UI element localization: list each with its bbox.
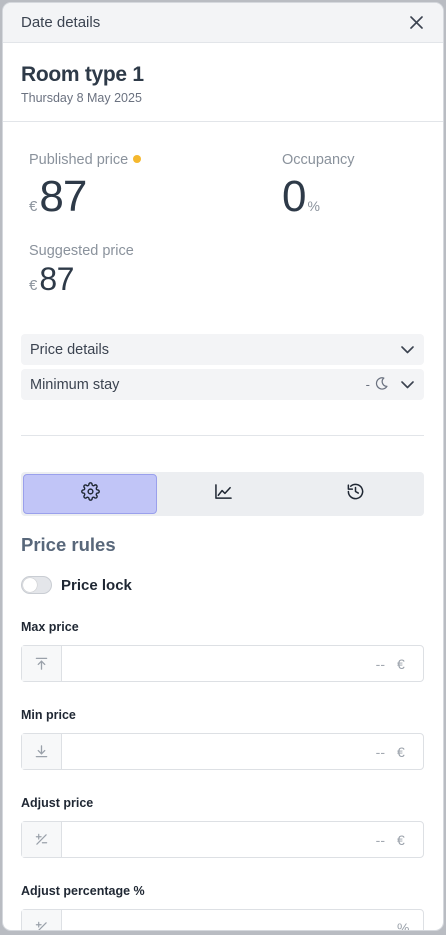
- selected-date: Thursday 8 May 2025: [21, 91, 142, 105]
- arrow-down-to-line-icon: [22, 734, 62, 769]
- moon-icon: [374, 376, 389, 394]
- minimum-stay-label: Minimum stay: [30, 376, 120, 393]
- gear-icon: [80, 482, 100, 506]
- occupancy-label: Occupancy: [282, 152, 355, 168]
- price-rules-title: Price rules: [21, 534, 116, 555]
- tab-chart[interactable]: [157, 474, 289, 514]
- adjust-percentage-label: Adjust percentage %: [21, 884, 145, 898]
- minimum-stay-summary: -: [366, 376, 389, 394]
- occupancy-amount: 0: [282, 172, 307, 221]
- max-price-input[interactable]: [62, 646, 397, 681]
- adjust-percentage-unit: %: [397, 919, 410, 931]
- adjust-price-currency: €: [397, 831, 405, 848]
- plus-minus-icon: [22, 910, 62, 930]
- close-icon[interactable]: [407, 14, 425, 32]
- section-divider: [21, 435, 424, 436]
- arrow-up-to-line-icon: [22, 646, 62, 681]
- min-price-field: €: [21, 733, 424, 770]
- minimum-stay-accordion[interactable]: Minimum stay -: [21, 369, 424, 400]
- adjust-percentage-field: %: [21, 909, 424, 930]
- suggested-amount: 87: [39, 261, 74, 297]
- status-dot: [133, 155, 142, 163]
- published-currency: €: [29, 198, 38, 215]
- room-title: Room type 1: [21, 63, 144, 86]
- history-icon: [346, 482, 365, 506]
- published-price-label-text: Published price: [29, 152, 129, 168]
- published-price-value: € 87: [29, 172, 87, 222]
- adjust-price-input[interactable]: [62, 822, 397, 857]
- published-amount: 87: [39, 172, 87, 221]
- plus-minus-icon: [22, 822, 62, 857]
- chevron-down-icon: [401, 342, 414, 358]
- max-price-label: Max price: [21, 620, 79, 634]
- occupancy-value: 0 %: [282, 172, 320, 222]
- chart-line-icon: [214, 483, 233, 505]
- tab-history[interactable]: [290, 474, 422, 514]
- min-price-input[interactable]: [62, 734, 397, 769]
- room-header: Room type 1 Thursday 8 May 2025: [3, 43, 443, 122]
- tab-settings[interactable]: [23, 474, 158, 514]
- adjust-price-field: €: [21, 821, 424, 858]
- published-price-label: Published price: [29, 152, 142, 168]
- price-lock-toggle[interactable]: [21, 576, 52, 594]
- dialog-header: Date details: [3, 3, 443, 43]
- min-price-label: Min price: [21, 708, 76, 722]
- adjust-percentage-input[interactable]: [62, 910, 397, 930]
- dialog-title: Date details: [21, 14, 101, 31]
- max-price-field: €: [21, 645, 424, 682]
- max-price-currency: €: [397, 655, 405, 672]
- price-lock-label: Price lock: [61, 576, 132, 594]
- adjust-price-label: Adjust price: [21, 796, 94, 810]
- min-price-currency: €: [397, 743, 405, 760]
- minimum-stay-value: -: [365, 377, 370, 392]
- suggested-price-label: Suggested price: [29, 243, 134, 259]
- chevron-down-icon: [401, 377, 414, 393]
- price-details-label: Price details: [30, 341, 109, 358]
- detail-tabs: [21, 472, 424, 516]
- suggested-price-value: € 87: [29, 261, 74, 298]
- price-details-accordion[interactable]: Price details: [21, 334, 424, 365]
- occupancy-unit: %: [307, 198, 320, 214]
- price-lock-row: Price lock: [21, 576, 132, 594]
- suggested-currency: €: [29, 277, 38, 294]
- price-stats: Published price € 87 Occupancy 0 % Sugge…: [3, 122, 443, 322]
- date-details-panel: Date details Room type 1 Thursday 8 May …: [3, 3, 443, 930]
